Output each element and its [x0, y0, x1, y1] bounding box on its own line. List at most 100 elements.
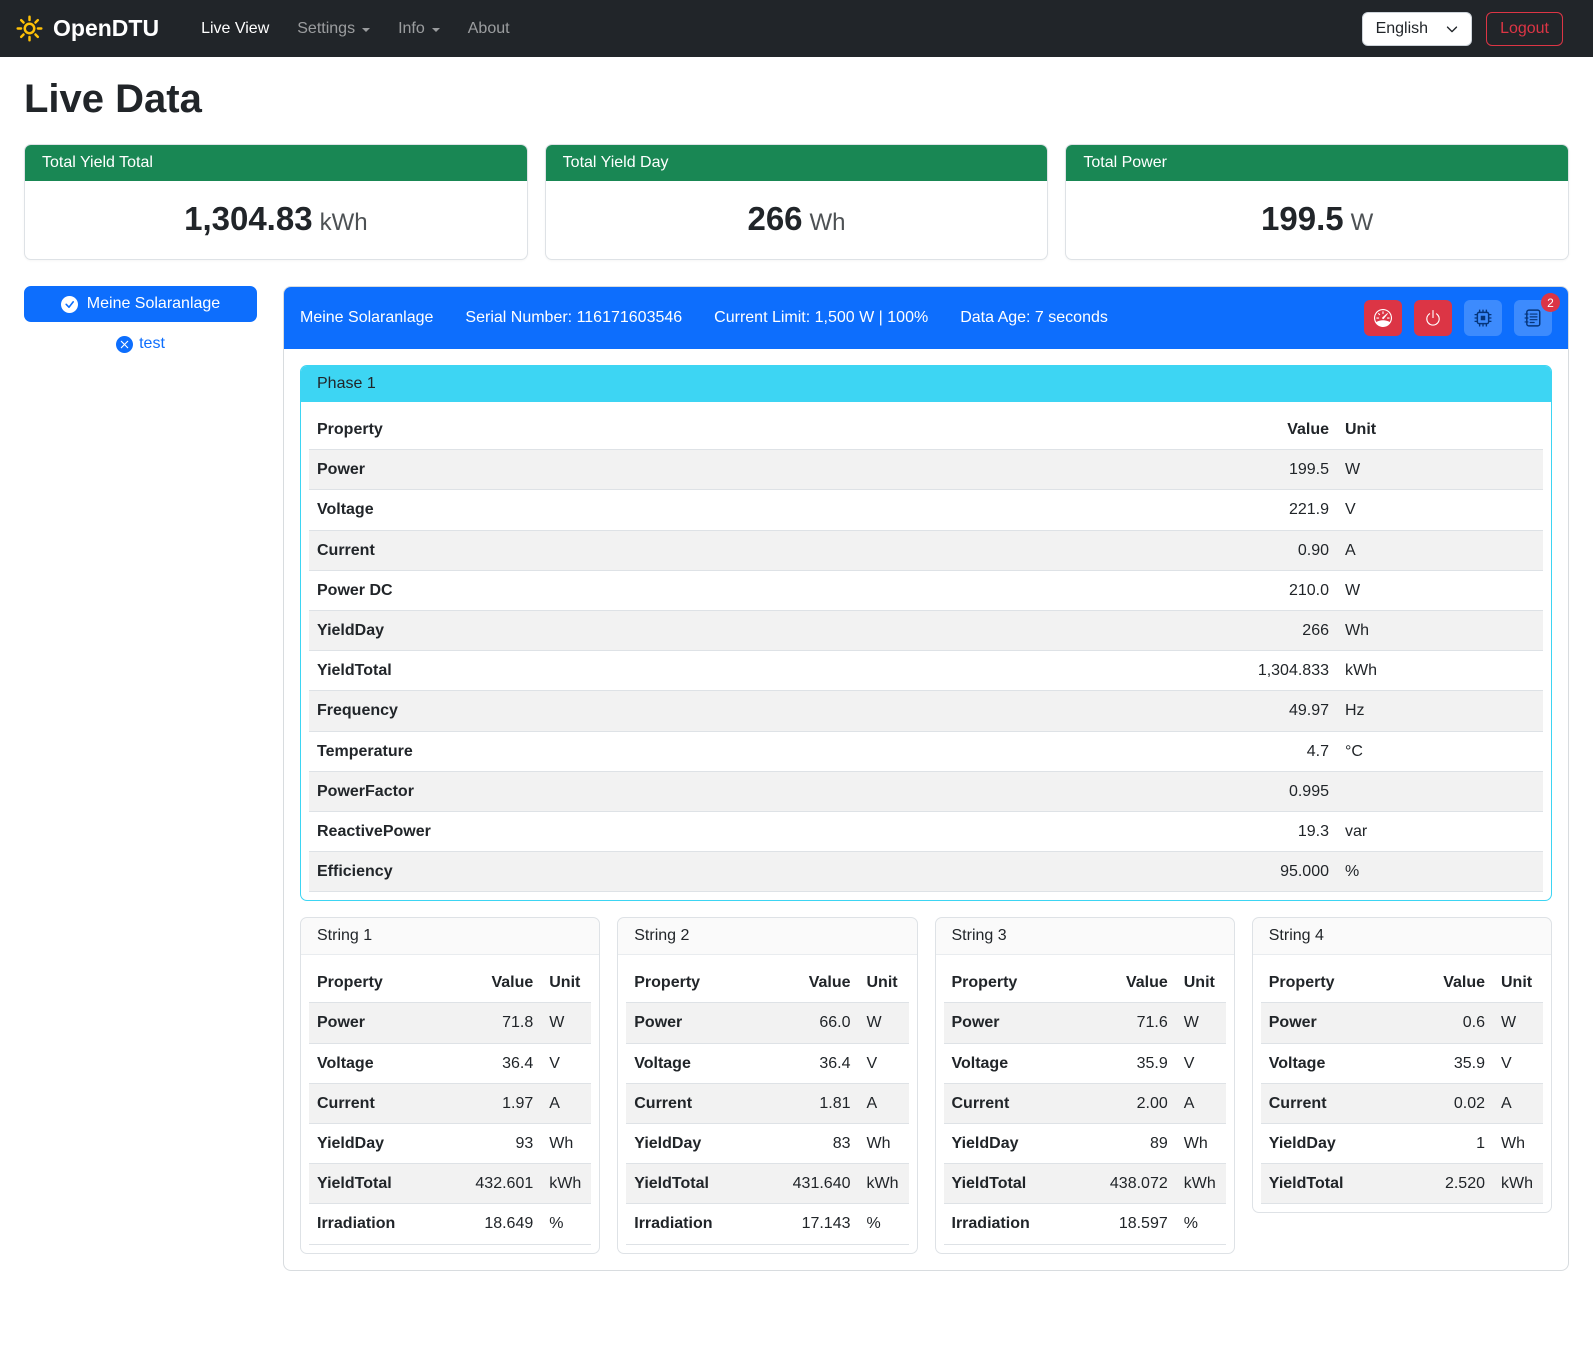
string-card-title: String 3 — [936, 918, 1234, 955]
inverter-card-body: Phase 1 Property Value Unit — [284, 349, 1568, 1270]
property-cell: Frequency — [309, 691, 1207, 731]
unit-cell: V — [859, 1043, 909, 1083]
value-cell: 35.9 — [1100, 1043, 1176, 1083]
nav-info[interactable]: Info — [384, 12, 454, 46]
string-table-head: Property Value Unit — [944, 963, 1226, 1003]
unit-cell: % — [541, 1204, 591, 1244]
value-cell: 1.81 — [783, 1083, 859, 1123]
value-cell: 36.4 — [783, 1043, 859, 1083]
column-property: Property — [944, 963, 1100, 1003]
unit-cell: Wh — [1337, 610, 1543, 650]
page-title: Live Data — [24, 77, 1569, 122]
x-circle-icon[interactable] — [116, 336, 133, 353]
unit-cell: Wh — [1176, 1124, 1226, 1164]
summary-card-body: 199.5W — [1066, 181, 1568, 259]
property-cell: Irradiation — [944, 1204, 1100, 1244]
string-card-4: String 4 Property Value Unit — [1252, 917, 1552, 1213]
caret-down-icon — [432, 28, 440, 32]
column-unit: Unit — [1493, 963, 1543, 1003]
power-button[interactable] — [1414, 300, 1452, 336]
string-table-row: YieldTotal 431.640 kWh — [626, 1164, 908, 1204]
brand-name: OpenDTU — [53, 15, 159, 42]
string-table-head: Property Value Unit — [309, 963, 591, 1003]
column-value: Value — [465, 963, 541, 1003]
unit-cell: A — [541, 1083, 591, 1123]
app-brand[interactable]: OpenDTU — [16, 15, 159, 42]
value-cell: 1 — [1417, 1124, 1493, 1164]
limit-settings-button[interactable] — [1364, 300, 1402, 336]
nav-about[interactable]: About — [454, 12, 524, 46]
unit-cell: V — [1176, 1043, 1226, 1083]
unit-cell: V — [1337, 490, 1543, 530]
phase-table-row: Efficiency 95.000 % — [309, 852, 1543, 892]
string-table-body: Power 66.0 W Voltage 36.4 — [626, 1003, 908, 1244]
logout-button[interactable]: Logout — [1486, 12, 1563, 46]
unit-cell: A — [1176, 1083, 1226, 1123]
string-table-row: Irradiation 18.649 % — [309, 1204, 591, 1244]
column-value: Value — [1100, 963, 1176, 1003]
column-unit: Unit — [1176, 963, 1226, 1003]
unit-cell: V — [541, 1043, 591, 1083]
property-cell: Power — [944, 1003, 1100, 1043]
inverter-name: Meine Solaranlage — [300, 309, 433, 327]
property-cell: YieldTotal — [626, 1164, 782, 1204]
property-cell: PowerFactor — [309, 771, 1207, 811]
string-table: Property Value Unit — [309, 963, 591, 1244]
phase-table-body: Power 199.5 W Voltage 221.9 V — [309, 450, 1543, 892]
main-content: Live Data Total Yield Total 1,304.83kWh … — [0, 57, 1593, 1295]
value-cell: 1,304.833 — [1207, 651, 1337, 691]
property-cell: YieldTotal — [309, 651, 1207, 691]
phase-table-row: Power DC 210.0 W — [309, 570, 1543, 610]
property-cell: YieldTotal — [309, 1164, 465, 1204]
phase-table-wrap: Property Value Unit Power — [301, 402, 1551, 900]
value-cell: 49.97 — [1207, 691, 1337, 731]
string-table-row: Voltage 36.4 V — [309, 1043, 591, 1083]
unit-cell: % — [1176, 1204, 1226, 1244]
phase-table-row: Temperature 4.7 °C — [309, 731, 1543, 771]
value-cell: 2.00 — [1100, 1083, 1176, 1123]
unit-cell: kWh — [1493, 1164, 1543, 1204]
journal-text-icon — [1524, 309, 1542, 327]
device-info-button[interactable] — [1464, 300, 1502, 336]
nav-settings-label: Settings — [297, 20, 355, 38]
event-log-button[interactable]: 2 — [1514, 300, 1552, 336]
property-cell: Current — [944, 1083, 1100, 1123]
property-cell: Voltage — [1261, 1043, 1417, 1083]
cpu-icon — [1474, 309, 1492, 327]
string-table-row: Voltage 36.4 V — [626, 1043, 908, 1083]
power-icon — [1424, 309, 1442, 327]
value-cell: 17.143 — [783, 1204, 859, 1244]
string-table-row: YieldDay 93 Wh — [309, 1124, 591, 1164]
string-table: Property Value Unit — [944, 963, 1226, 1244]
string-table-row: Power 71.8 W — [309, 1003, 591, 1043]
content-row: Meine Solaranlage test Meine Solaranlage… — [24, 286, 1569, 1271]
phase-table-row: ReactivePower 19.3 var — [309, 811, 1543, 851]
page: OpenDTU Live View Settings Info About En… — [0, 0, 1593, 1359]
nav-settings[interactable]: Settings — [283, 12, 384, 46]
summary-value: 266 — [747, 200, 802, 237]
column-value: Value — [783, 963, 859, 1003]
value-cell: 18.597 — [1100, 1204, 1176, 1244]
unit-cell: kWh — [1337, 651, 1543, 691]
property-cell: Irradiation — [309, 1204, 465, 1244]
language-select[interactable]: English — [1362, 12, 1472, 46]
unit-cell: W — [1493, 1003, 1543, 1043]
property-cell: YieldTotal — [1261, 1164, 1417, 1204]
value-cell: 266 — [1207, 610, 1337, 650]
string-table-row: YieldTotal 2.520 kWh — [1261, 1164, 1543, 1204]
summary-value: 1,304.83 — [184, 200, 312, 237]
value-cell: 0.995 — [1207, 771, 1337, 811]
unit-cell: var — [1337, 811, 1543, 851]
nav-links: Live View Settings Info About — [187, 12, 1362, 46]
nav-info-label: Info — [398, 20, 425, 38]
string-table-wrap: Property Value Unit — [936, 955, 1234, 1252]
value-cell: 199.5 — [1207, 450, 1337, 490]
filter-chip-test[interactable]: test — [24, 335, 257, 353]
string-table-row: Power 71.6 W — [944, 1003, 1226, 1043]
inverter-card-header: Meine Solaranlage Serial Number: 1161716… — [284, 287, 1568, 349]
inverter-select-button[interactable]: Meine Solaranlage — [24, 286, 257, 322]
value-cell: 83 — [783, 1124, 859, 1164]
nav-live-view[interactable]: Live View — [187, 12, 283, 46]
sun-icon — [16, 15, 43, 42]
string-table-row: YieldTotal 432.601 kWh — [309, 1164, 591, 1204]
